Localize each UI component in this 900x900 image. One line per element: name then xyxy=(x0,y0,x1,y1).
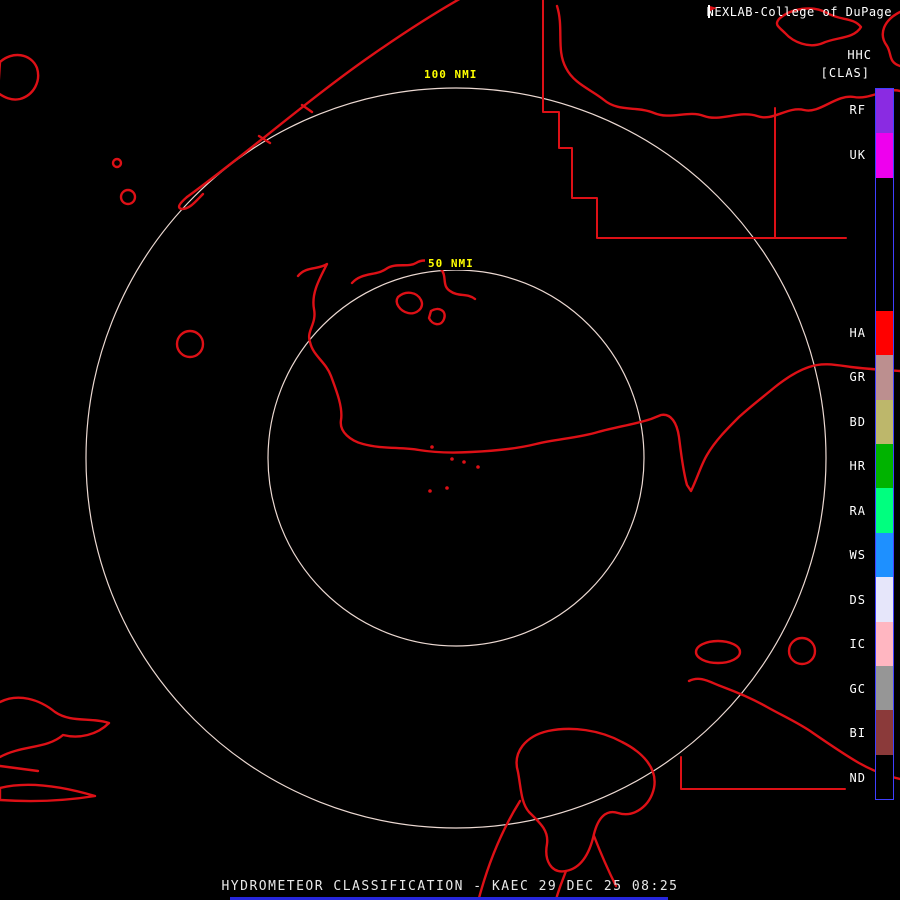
map-outlines xyxy=(0,0,900,900)
legend-segment-ra xyxy=(876,488,893,532)
legend-label-bd: BD xyxy=(826,400,866,445)
legend-segment-nd xyxy=(876,755,893,799)
product-code: HHC xyxy=(847,48,872,62)
radar-map xyxy=(0,0,900,900)
brand-title: NEXLAB-College of DuPage xyxy=(707,5,892,19)
legend-segment-gc xyxy=(876,666,893,710)
legend-segment-bi xyxy=(876,710,893,754)
island-outline xyxy=(0,55,38,100)
legend-segment-ic xyxy=(876,622,893,666)
legend-label-ha: HA xyxy=(826,311,866,356)
ring-50nmi xyxy=(268,270,644,646)
legend-segment-blank xyxy=(876,222,893,266)
legend-label-gr: GR xyxy=(826,355,866,400)
coastline xyxy=(179,194,203,209)
color-bar xyxy=(875,88,894,800)
legend-label-gc: GC xyxy=(826,667,866,712)
legend-label-nd: ND xyxy=(826,756,866,801)
circle-marker xyxy=(177,331,203,357)
island-outline xyxy=(397,293,422,314)
coastline-main xyxy=(298,264,900,491)
legend-label-uk: UK xyxy=(826,133,866,178)
coastline xyxy=(883,12,900,66)
coastline xyxy=(0,698,109,757)
legend-label-ra: RA xyxy=(826,489,866,534)
radar-screen: 100 NMI 50 NMI NEXLAB-College of DuPage … xyxy=(0,0,900,900)
circle-marker xyxy=(113,159,121,167)
legend-segment-uk xyxy=(876,133,893,177)
circle-marker xyxy=(789,638,815,664)
island-outline xyxy=(0,785,95,801)
legend-segment-ds xyxy=(876,577,893,621)
legend-label-ic: IC xyxy=(826,622,866,667)
legend-segment-gr xyxy=(876,355,893,399)
product-tag: [CLAS] xyxy=(821,66,870,80)
circle-marker xyxy=(121,190,135,204)
coastline xyxy=(0,766,38,771)
legend-label-rf: RF xyxy=(826,88,866,133)
coastline xyxy=(187,0,463,197)
legend-labels: RFUK HAGRBDHRRAWSDSICGCBIND xyxy=(826,88,866,800)
legend-segment-rf xyxy=(876,89,893,133)
legend-segment-blank xyxy=(876,178,893,222)
boundary-steps xyxy=(681,757,845,789)
island-outline xyxy=(429,309,445,324)
legend-segment-ws xyxy=(876,533,893,577)
legend-segment-hr xyxy=(876,444,893,488)
flag-icon xyxy=(707,5,718,18)
legend-label-hr: HR xyxy=(826,444,866,489)
outer-ring-label: 100 NMI xyxy=(421,68,480,81)
island-outline xyxy=(517,729,655,872)
footer-title: HYDROMETEOR CLASSIFICATION - KAEC 29 DEC… xyxy=(0,879,900,894)
coastline xyxy=(259,105,312,143)
inner-ring-label: 50 NMI xyxy=(425,257,477,270)
lake-outline xyxy=(696,641,740,663)
brand-text: NEXLAB-College of DuPage xyxy=(707,5,892,19)
legend-segment-blank xyxy=(876,267,893,311)
legend-label-bi: BI xyxy=(826,711,866,756)
legend-segment-ha xyxy=(876,311,893,355)
legend-segment-bd xyxy=(876,400,893,444)
legend-label-ws: WS xyxy=(826,533,866,578)
legend-label-ds: DS xyxy=(826,578,866,623)
boundary-steps xyxy=(543,0,846,238)
coastline xyxy=(689,679,900,779)
